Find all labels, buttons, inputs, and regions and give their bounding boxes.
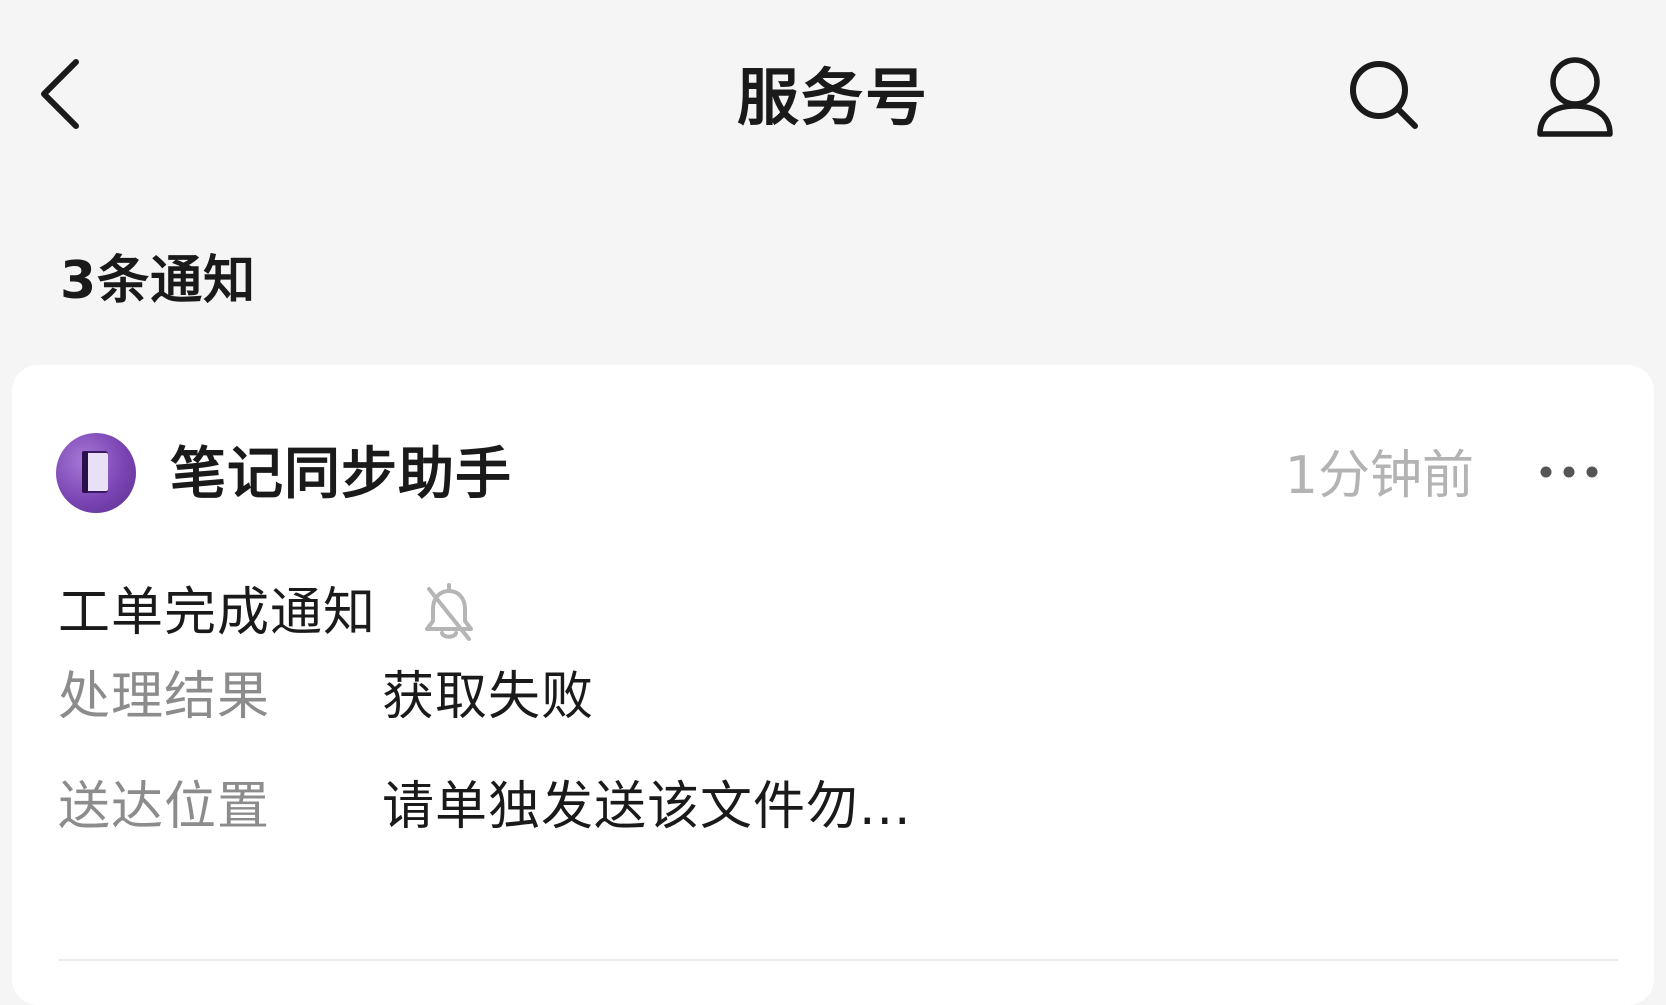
field-value: 获取失败	[382, 667, 595, 727]
notebook-icon	[82, 451, 108, 493]
field-label: 送达位置	[58, 777, 271, 837]
notification-count-label: 3条通知	[60, 251, 257, 311]
timestamp: 1分钟前	[1284, 446, 1474, 506]
card-header: 笔记同步助手 1分钟前	[12, 365, 1654, 515]
field-label: 处理结果	[58, 667, 271, 727]
field-value: 请单独发送该文件勿...	[382, 777, 912, 837]
avatar[interactable]	[56, 433, 136, 513]
divider	[58, 959, 1618, 961]
top-navigation-bar: 服务号	[0, 0, 1666, 190]
bell-off-icon	[425, 583, 474, 641]
user-icon	[1537, 57, 1613, 137]
more-dots-icon	[1540, 466, 1598, 478]
profile-button[interactable]	[1530, 52, 1620, 142]
notice-title: 工单完成通知	[58, 583, 377, 643]
search-button[interactable]	[1345, 56, 1425, 136]
search-icon	[1350, 61, 1418, 129]
notification-card[interactable]: 笔记同步助手 1分钟前 工单完成通知 处理结果 获取失败 送达位置 请单独发送该…	[12, 365, 1654, 1005]
field-row-location: 送达位置 请单独发送该文件勿...	[58, 767, 1058, 847]
field-row-result: 处理结果 获取失败	[58, 657, 1058, 737]
notice-title-row: 工单完成通知	[58, 573, 477, 653]
more-options-button[interactable]	[1534, 447, 1604, 497]
sender-name[interactable]: 笔记同步助手	[170, 439, 512, 511]
